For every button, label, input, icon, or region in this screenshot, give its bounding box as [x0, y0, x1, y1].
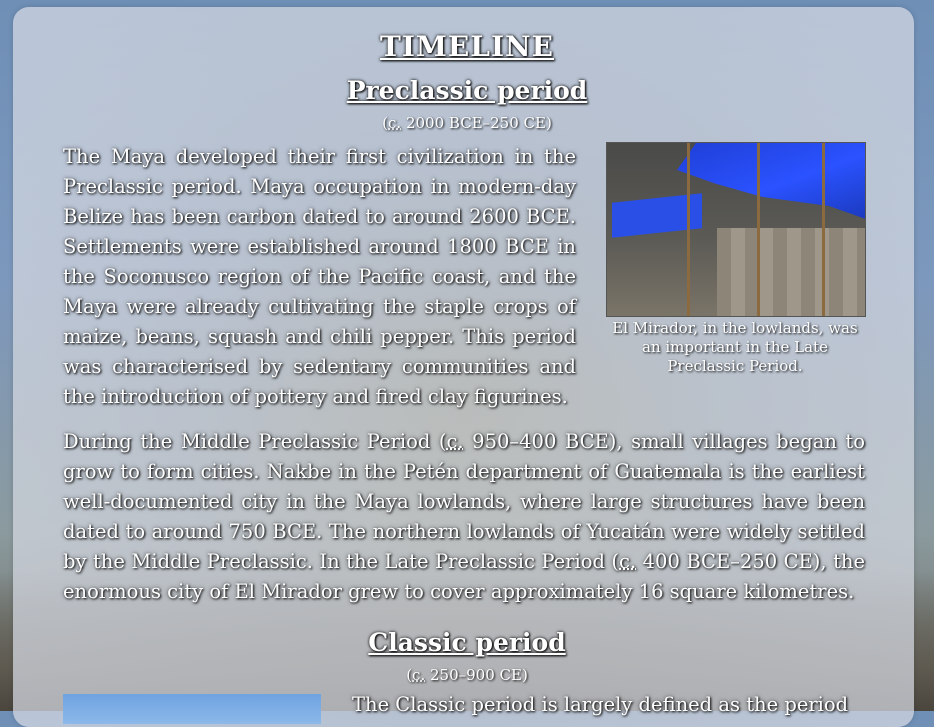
preclassic-paragraph-1: The Maya developed their first civilizat… [63, 145, 576, 408]
pole-shape [757, 143, 760, 316]
page-title: TIMELINE [380, 30, 554, 63]
classic-dates: (c. 250–900 CE) [0, 666, 934, 684]
dates-range: 250–900 CE) [425, 666, 528, 684]
el-mirador-image[interactable] [606, 142, 866, 317]
pole-shape [822, 143, 825, 316]
classic-image[interactable] [63, 694, 321, 724]
circa-abbr[interactable]: c. [619, 550, 636, 573]
section-title-preclassic: Preclassic period [346, 76, 588, 105]
section-title-classic: Classic period [368, 628, 566, 657]
circa-abbr[interactable]: c. [412, 666, 425, 684]
pole-shape [687, 143, 690, 316]
dates-range: 2000 BCE–250 CE) [401, 114, 552, 132]
paragraph-text: During the Middle Preclassic Period ( [63, 430, 447, 453]
tarp-shape [677, 143, 865, 220]
circa-abbr[interactable]: c. [447, 430, 464, 453]
classic-paragraph-1: The Classic period is largely defined as… [352, 693, 849, 716]
ruin-wall-shape [717, 228, 865, 316]
preclassic-dates: (c. 2000 BCE–250 CE) [0, 114, 934, 132]
preclassic-paragraph-2: During the Middle Preclassic Period (c. … [63, 427, 865, 607]
circa-abbr[interactable]: c. [388, 114, 401, 132]
figure-caption: El Mirador, in the lowlands, was an impo… [612, 319, 858, 375]
